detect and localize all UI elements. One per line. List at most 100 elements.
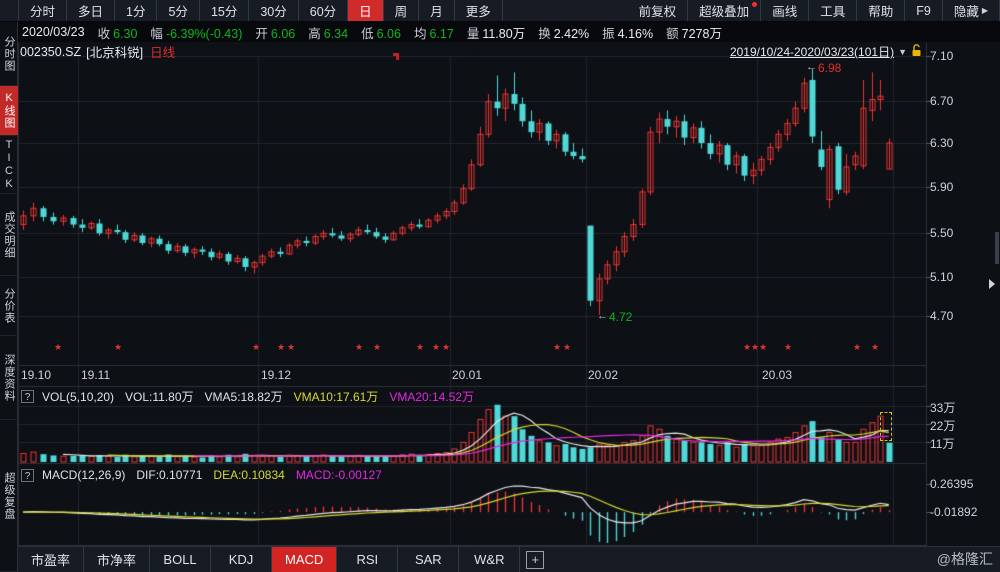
- event-star-icon: ★: [784, 342, 792, 353]
- quote-field-label: 低: [361, 27, 374, 41]
- quote-field-1: 收6.30: [98, 23, 138, 42]
- period-tab-月[interactable]: 月: [419, 0, 455, 21]
- event-star-icon: ★: [442, 342, 450, 353]
- sidebar-item-成交明细[interactable]: 成交明细: [0, 194, 18, 276]
- quote-field-label: 量: [467, 27, 480, 41]
- indicator-tab-市净率[interactable]: 市净率: [84, 547, 150, 572]
- period-tab-更多[interactable]: 更多: [455, 0, 503, 21]
- event-star-icon: ★: [759, 342, 767, 353]
- period-tab-多日[interactable]: 多日: [67, 0, 115, 21]
- sidebar-item-超级复盘[interactable]: 超级复盘: [0, 420, 18, 572]
- low-price-annotation: ← 4.72: [597, 310, 632, 324]
- current-bar-highlight: [880, 412, 892, 441]
- period-tab-15分[interactable]: 15分: [200, 0, 249, 21]
- period-tab-日[interactable]: 日: [348, 0, 384, 21]
- quote-field-label: 高: [308, 27, 321, 41]
- chevron-down-icon[interactable]: ▼: [898, 47, 907, 57]
- quote-field-value: -6.39%(-0.43): [166, 27, 242, 41]
- period-tab-周[interactable]: 周: [384, 0, 420, 21]
- sidebar-item-深度资料[interactable]: 深度资料: [0, 336, 18, 420]
- volume-tick-label: 33万: [930, 399, 955, 416]
- time-tick-label: 19.10: [21, 368, 51, 382]
- expand-arrow-icon: ▶: [982, 6, 988, 15]
- red-event-mark: [393, 53, 399, 60]
- menu-item-超级叠加[interactable]: 超级叠加: [688, 0, 761, 21]
- indicator-tab-市盈率[interactable]: 市盈率: [18, 547, 84, 572]
- help-icon[interactable]: ?: [21, 469, 34, 482]
- sidebar-item-K线图[interactable]: K线图: [0, 86, 18, 136]
- stock-code: 002350.SZ: [20, 45, 81, 59]
- event-star-icon: ★: [432, 342, 440, 353]
- period-label: 日线: [150, 42, 175, 61]
- quote-field-9: 振4.16%: [602, 23, 653, 42]
- menu-item-画线[interactable]: 画线: [761, 0, 809, 21]
- period-tab-30分[interactable]: 30分: [249, 0, 298, 21]
- sidebar-item-TICK[interactable]: TICK: [0, 136, 18, 194]
- time-tick-label: 20.03: [762, 368, 792, 382]
- indicator-value-1: DIF:0.10771: [136, 468, 202, 482]
- quote-field-value: 6.17: [429, 27, 453, 41]
- quote-field-label: 开: [255, 27, 268, 41]
- macd-tick-label: -0.01892: [930, 505, 977, 519]
- indicator-value-1: VOL:11.80万: [125, 388, 194, 405]
- price-tick-label: 7.10: [930, 49, 953, 63]
- period-tab-1分[interactable]: 1分: [115, 0, 157, 21]
- indicator-tab-RSI[interactable]: RSI: [337, 547, 398, 572]
- sidebar-item-分价表[interactable]: 分价表: [0, 276, 18, 336]
- indicator-tab-BOLL[interactable]: BOLL: [150, 547, 211, 572]
- unlock-icon[interactable]: [911, 44, 922, 60]
- quote-field-value: 4.16%: [618, 27, 653, 41]
- quote-info-row: 2020/03/23收6.30幅-6.39%(-0.43)开6.06高6.34低…: [18, 22, 1000, 42]
- period-tabs: 分时多日1分5分15分30分60分日周月更多: [19, 0, 503, 21]
- menu-item-F9[interactable]: F9: [905, 0, 943, 21]
- indicator-value-2: DEA:0.10834: [213, 468, 284, 482]
- quote-field-value: 2.42%: [554, 27, 589, 41]
- help-icon[interactable]: ?: [21, 390, 34, 403]
- menu-item-隐藏[interactable]: 隐藏▶: [943, 0, 1000, 21]
- tool-menu: 前复权超级叠加画线工具帮助F9隐藏▶: [628, 0, 1000, 21]
- menu-item-帮助[interactable]: 帮助: [857, 0, 905, 21]
- period-tab-分时[interactable]: 分时: [19, 0, 67, 21]
- period-tab-60分[interactable]: 60分: [299, 0, 348, 21]
- event-star-icon: ★: [751, 342, 759, 353]
- menu-item-工具[interactable]: 工具: [809, 0, 857, 21]
- indicator-value-0: VOL(5,10,20): [42, 390, 114, 404]
- indicator-tab-SAR[interactable]: SAR: [398, 547, 459, 572]
- quote-field-value: 7278万: [682, 27, 722, 41]
- event-star-icon: ★: [416, 342, 424, 353]
- date-range-link[interactable]: 2019/10/24-2020/03/23(101日): [730, 43, 894, 60]
- event-star-icon: ★: [853, 342, 861, 353]
- volume-tick-label: 22万: [930, 417, 955, 434]
- time-tick-label: 19.11: [81, 368, 110, 382]
- menu-item-前复权[interactable]: 前复权: [628, 0, 689, 21]
- quote-field-6: 均6.17: [414, 23, 454, 42]
- view-sidebar: 分时图K线图TICK成交明细分价表深度资料超级复盘: [0, 22, 18, 572]
- time-tick-label: 20.02: [588, 368, 618, 382]
- panel-expand-arrow-icon[interactable]: [989, 279, 995, 289]
- event-star-icon: ★: [355, 342, 363, 353]
- quote-field-value: 6.06: [377, 27, 401, 41]
- period-toolbar: 分时多日1分5分15分30分60分日周月更多 前复权超级叠加画线工具帮助F9隐藏…: [0, 0, 1000, 22]
- sidebar-item-分时图[interactable]: 分时图: [0, 22, 18, 86]
- toolbar-corner: [0, 0, 19, 21]
- price-tick-label: 5.50: [930, 226, 953, 240]
- macd-legend: ?MACD(12,26,9)DIF:0.10771DEA:0.10834MACD…: [21, 468, 382, 482]
- quote-field-value: 11.80万: [482, 27, 525, 41]
- quote-field-label: 幅: [150, 27, 163, 41]
- quote-field-label: 振: [602, 27, 615, 41]
- indicator-tab-MACD[interactable]: MACD: [272, 547, 337, 572]
- watermark: @格隆汇: [937, 549, 993, 569]
- notification-dot: [752, 2, 757, 7]
- volume-tick-label: 11万: [930, 435, 954, 452]
- price-tick-label: 4.70: [930, 309, 953, 323]
- event-star-icon: ★: [563, 342, 571, 353]
- quote-field-3: 开6.06: [255, 23, 295, 42]
- add-indicator-button[interactable]: +: [526, 551, 544, 569]
- period-tab-5分[interactable]: 5分: [157, 0, 199, 21]
- price-tick-label: 6.70: [930, 94, 953, 108]
- indicator-tab-W&R[interactable]: W&R: [459, 547, 520, 572]
- right-scrollbar-thumb[interactable]: [995, 232, 999, 264]
- time-tick-label: 20.01: [452, 368, 482, 382]
- indicator-tab-KDJ[interactable]: KDJ: [211, 547, 272, 572]
- macd-tick-label: 0.26395: [930, 477, 973, 491]
